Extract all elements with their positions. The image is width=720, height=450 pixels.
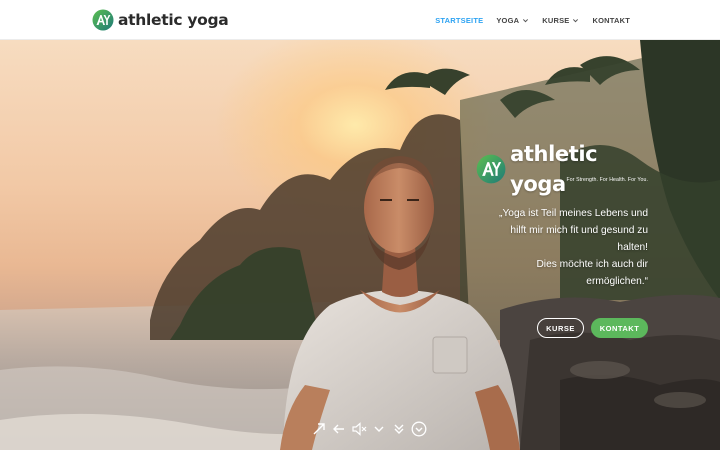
logo-wordmark: athletic yoga [118, 11, 229, 29]
nav-item-yoga[interactable]: YOGA [496, 16, 529, 25]
quote-line: Dies möchte ich auch dir [536, 259, 648, 270]
scroll-down-circle-icon[interactable] [411, 421, 427, 437]
athletic-yoga-logo-icon [476, 154, 506, 184]
quote-line: halten! [617, 242, 648, 253]
nav-item-kontakt[interactable]: KONTAKT [592, 16, 630, 25]
nav-item-startseite[interactable]: STARTSEITE [435, 16, 483, 25]
quote-line: ermöglichen.“ [586, 276, 648, 287]
video-controls [311, 420, 427, 438]
quote-line: hilft mir mich fit und gesund zu [510, 225, 648, 236]
double-chevron-down-icon[interactable] [391, 421, 407, 437]
nav-label: STARTSEITE [435, 15, 484, 25]
quote-line: „Yoga ist Teil meines Lebens und [499, 208, 648, 219]
expand-icon[interactable] [311, 421, 327, 437]
nav-label: KONTAKT [592, 15, 630, 25]
main-navigation: STARTSEITE YOGA KURSE KONTAKT [435, 0, 630, 40]
chevron-down-icon [573, 18, 579, 22]
chevron-down-icon[interactable] [371, 421, 387, 437]
kontakt-button[interactable]: KONTAKT [591, 318, 648, 338]
hero-tagline: For Strength. For Health. For You. [566, 177, 648, 183]
site-logo[interactable]: athletic yoga [92, 9, 229, 31]
site-header: athletic yoga STARTSEITE YOGA KURSE KONT… [0, 0, 720, 40]
athletic-yoga-logo-icon [92, 9, 114, 31]
mute-icon[interactable] [351, 421, 367, 437]
collapse-icon[interactable] [331, 421, 347, 437]
nav-item-kurse[interactable]: KURSE [542, 16, 579, 25]
hero-logo-wordmark: athletic yoga [510, 142, 598, 196]
hero-section: athletic yoga For Strength. For Health. … [0, 40, 720, 450]
nav-label: YOGA [496, 15, 520, 25]
chevron-down-icon [523, 18, 529, 22]
nav-label: KURSE [542, 15, 570, 25]
kurse-button[interactable]: KURSE [537, 318, 584, 338]
hero-quote: „Yoga ist Teil meines Lebens und hilft m… [470, 205, 648, 290]
